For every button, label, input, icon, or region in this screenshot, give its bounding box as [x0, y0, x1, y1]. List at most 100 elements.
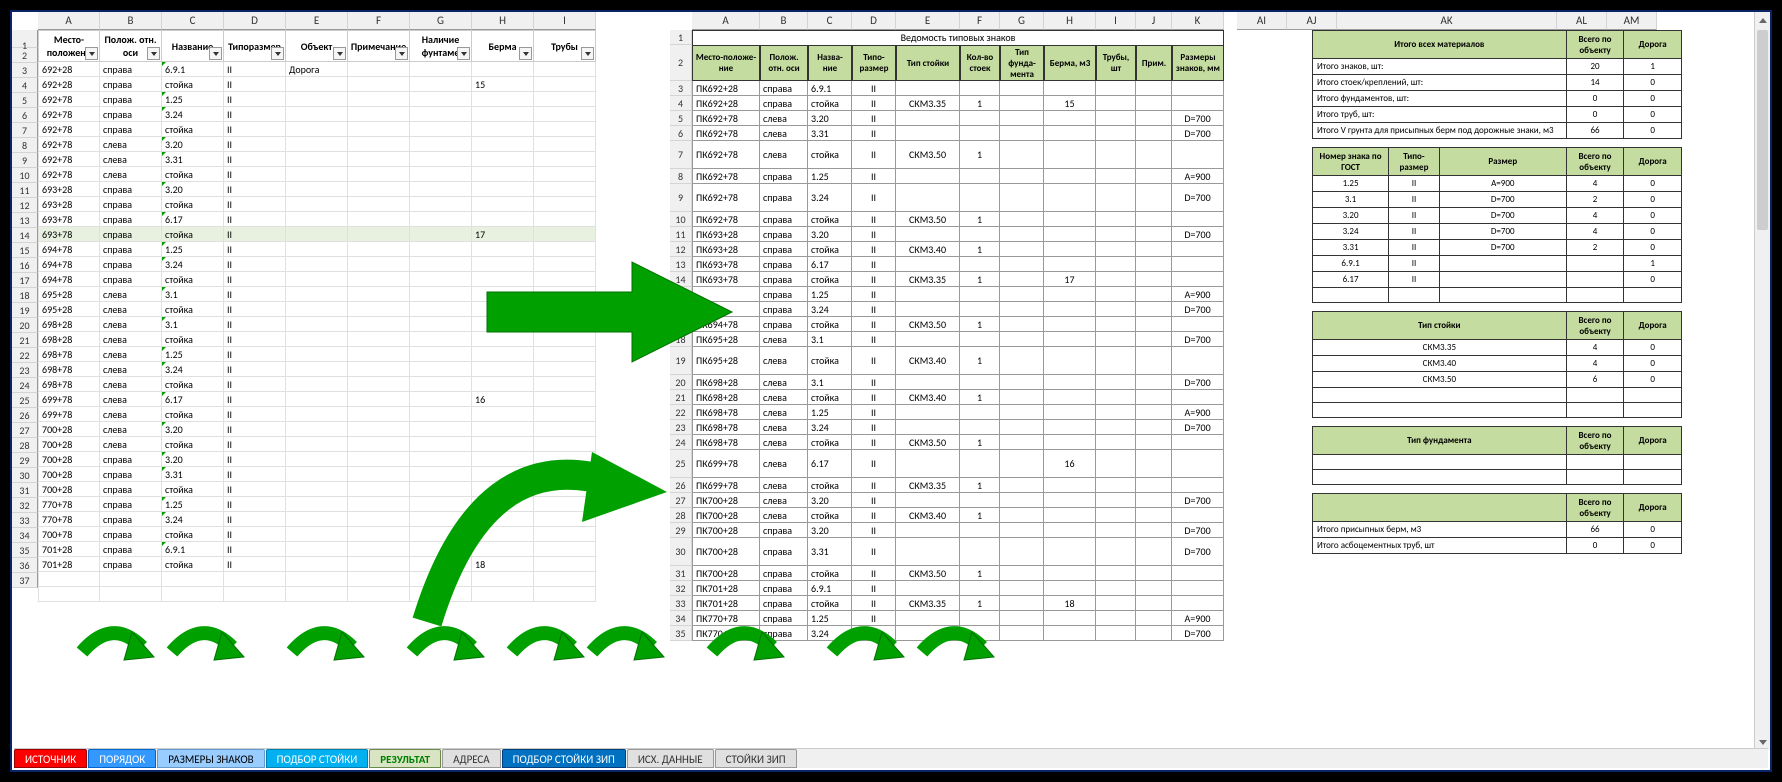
cell[interactable] [896, 450, 960, 478]
cell[interactable] [960, 81, 1000, 96]
cell[interactable] [896, 538, 960, 566]
cell[interactable] [534, 182, 596, 197]
cell[interactable] [286, 467, 348, 482]
right-header-cell[interactable]: Кол-во стоек [960, 45, 1000, 81]
cell[interactable] [1096, 523, 1136, 538]
cell[interactable]: 3.1 [162, 287, 224, 302]
filter-icon[interactable] [85, 47, 98, 60]
cell[interactable] [1000, 81, 1044, 96]
cell[interactable] [534, 242, 596, 257]
cell[interactable] [534, 107, 596, 122]
cell[interactable] [534, 497, 596, 512]
col-header-AJ[interactable]: AJ [1287, 12, 1337, 30]
cell[interactable]: II [224, 62, 286, 77]
cell[interactable] [1172, 390, 1224, 405]
cell[interactable] [1000, 405, 1044, 420]
cell[interactable]: D=700 [1172, 332, 1224, 347]
cell[interactable] [896, 302, 960, 317]
cell[interactable]: стойка [162, 122, 224, 137]
cell[interactable] [960, 111, 1000, 126]
cell[interactable] [348, 227, 410, 242]
cell[interactable] [534, 257, 596, 272]
cell[interactable] [534, 152, 596, 167]
cell[interactable] [1000, 257, 1044, 272]
cell[interactable] [1096, 493, 1136, 508]
cell[interactable] [348, 392, 410, 407]
cell[interactable]: 18 [472, 557, 534, 572]
cell[interactable] [1000, 493, 1044, 508]
cell[interactable] [286, 332, 348, 347]
cell[interactable]: справа [760, 227, 808, 242]
cell[interactable]: стойка [162, 197, 224, 212]
cell[interactable] [896, 332, 960, 347]
row-header-34[interactable]: 34 [670, 611, 692, 626]
cell[interactable] [1096, 420, 1136, 435]
scroll-up-icon[interactable] [1755, 12, 1770, 28]
cell[interactable] [472, 152, 534, 167]
cell[interactable] [286, 137, 348, 152]
cell[interactable]: стойка [162, 227, 224, 242]
sheet-tab[interactable]: РЕЗУЛЬТАТ [369, 749, 441, 768]
row-header-7[interactable]: 7 [12, 123, 38, 138]
cell[interactable] [286, 497, 348, 512]
cell[interactable]: слева [100, 347, 162, 362]
cell[interactable] [960, 538, 1000, 566]
cell[interactable] [1172, 81, 1224, 96]
cell[interactable]: II [224, 287, 286, 302]
cell[interactable] [410, 557, 472, 572]
cell[interactable] [1044, 493, 1096, 508]
cell[interactable]: стойка [162, 272, 224, 287]
cell[interactable] [1172, 596, 1224, 611]
right-header-cell[interactable]: Место-положе-ние [692, 45, 760, 81]
cell[interactable]: II [224, 542, 286, 557]
cell[interactable]: D=700 [1172, 523, 1224, 538]
cell[interactable]: справа [100, 482, 162, 497]
cell[interactable] [896, 523, 960, 538]
cell[interactable]: 1 [960, 347, 1000, 375]
col-header-H[interactable]: H [472, 12, 534, 30]
cell[interactable]: стойка [162, 332, 224, 347]
cell[interactable]: ПК692+28 [692, 81, 760, 96]
cell[interactable] [1136, 450, 1172, 478]
row-header-21[interactable]: 21 [670, 390, 692, 405]
cell[interactable] [410, 467, 472, 482]
cell[interactable]: 3.20 [162, 422, 224, 437]
cell[interactable]: стойка [808, 212, 852, 227]
cell[interactable]: справа [760, 257, 808, 272]
cell[interactable] [1172, 435, 1224, 450]
cell[interactable]: справа [760, 317, 808, 332]
cell[interactable] [286, 437, 348, 452]
cell[interactable]: 700+28 [38, 422, 100, 437]
cell[interactable] [960, 375, 1000, 390]
cell[interactable] [472, 287, 534, 302]
cell[interactable] [410, 227, 472, 242]
cell[interactable]: II [224, 512, 286, 527]
cell[interactable] [1096, 508, 1136, 523]
cell[interactable] [410, 197, 472, 212]
left-header-cell[interactable]: Объект [286, 30, 348, 62]
cell[interactable] [1096, 581, 1136, 596]
cell[interactable]: D=700 [1172, 184, 1224, 212]
cell[interactable] [472, 422, 534, 437]
row-header-28[interactable]: 28 [670, 508, 692, 523]
cell[interactable]: II [224, 197, 286, 212]
filter-icon[interactable] [333, 47, 346, 60]
row-header-4[interactable]: 4 [12, 78, 38, 93]
cell[interactable]: II [224, 392, 286, 407]
row-header-15[interactable]: 15 [670, 287, 692, 302]
cell[interactable] [1000, 111, 1044, 126]
cell[interactable]: 3.24 [162, 512, 224, 527]
cell[interactable] [348, 542, 410, 557]
cell[interactable] [1044, 611, 1096, 626]
cell[interactable] [1044, 287, 1096, 302]
cell[interactable]: 3.24 [808, 302, 852, 317]
cell[interactable] [1096, 435, 1136, 450]
cell[interactable]: 3.24 [162, 257, 224, 272]
cell[interactable]: 693+28 [38, 182, 100, 197]
cell[interactable] [1136, 227, 1172, 242]
cell[interactable]: 1.25 [162, 92, 224, 107]
cell[interactable] [896, 257, 960, 272]
cell[interactable] [534, 482, 596, 497]
cell[interactable] [534, 332, 596, 347]
cell[interactable]: СКМ3.50 [896, 141, 960, 169]
